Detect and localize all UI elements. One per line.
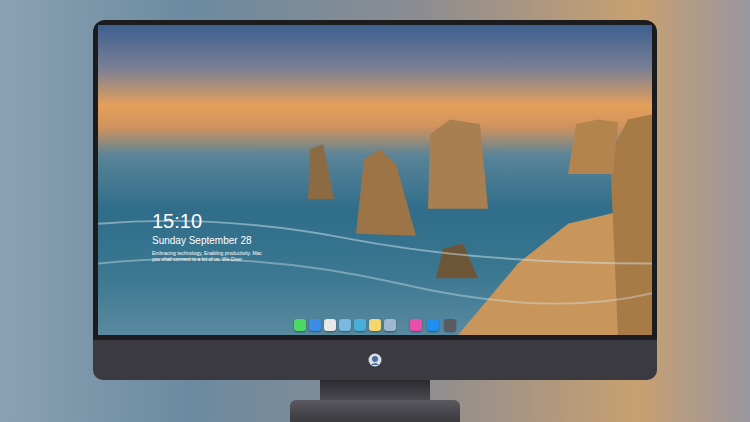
monitor-chin [93, 340, 657, 380]
dock-app-icon[interactable] [339, 319, 351, 331]
message-line: you shall connect to a lot of us. We-Dee… [152, 256, 262, 262]
monitor: 15:10 Sunday September 28 Embracing techno… [93, 20, 657, 380]
message-line: Embracing technology, Enabling productiv… [152, 250, 262, 256]
clock-widget: 15:10 Sunday September 28 Embracing techno… [152, 210, 262, 262]
monitor-bezel: 15:10 Sunday September 28 Embracing techno… [93, 20, 657, 340]
dock-app-icon[interactable] [369, 319, 381, 331]
page: 15:10 Sunday September 28 Embracing techno… [0, 0, 750, 422]
dock-apps [294, 319, 396, 331]
dock-app-icon[interactable] [309, 319, 321, 331]
clock-time: 15:10 [152, 210, 262, 232]
dock-app-icon[interactable] [324, 319, 336, 331]
dock-app-icon[interactable] [354, 319, 366, 331]
monitor-base [290, 400, 460, 422]
clock-date: Sunday September 28 [152, 234, 262, 247]
dock [294, 319, 456, 331]
monitor-neck [320, 380, 430, 400]
lock-message: Embracing technology, Enabling productiv… [152, 250, 262, 262]
dock-app-icon[interactable] [410, 319, 422, 331]
dock-app-icon[interactable] [294, 319, 306, 331]
dock-app-icon[interactable] [384, 319, 396, 331]
lock-screen: 15:10 Sunday September 28 Embracing techno… [98, 25, 652, 335]
wallpaper-photo [98, 25, 652, 335]
brand-logo-icon [368, 353, 382, 367]
dock-pinned [410, 319, 456, 331]
dock-app-icon[interactable] [427, 319, 439, 331]
dock-app-icon[interactable] [444, 319, 456, 331]
